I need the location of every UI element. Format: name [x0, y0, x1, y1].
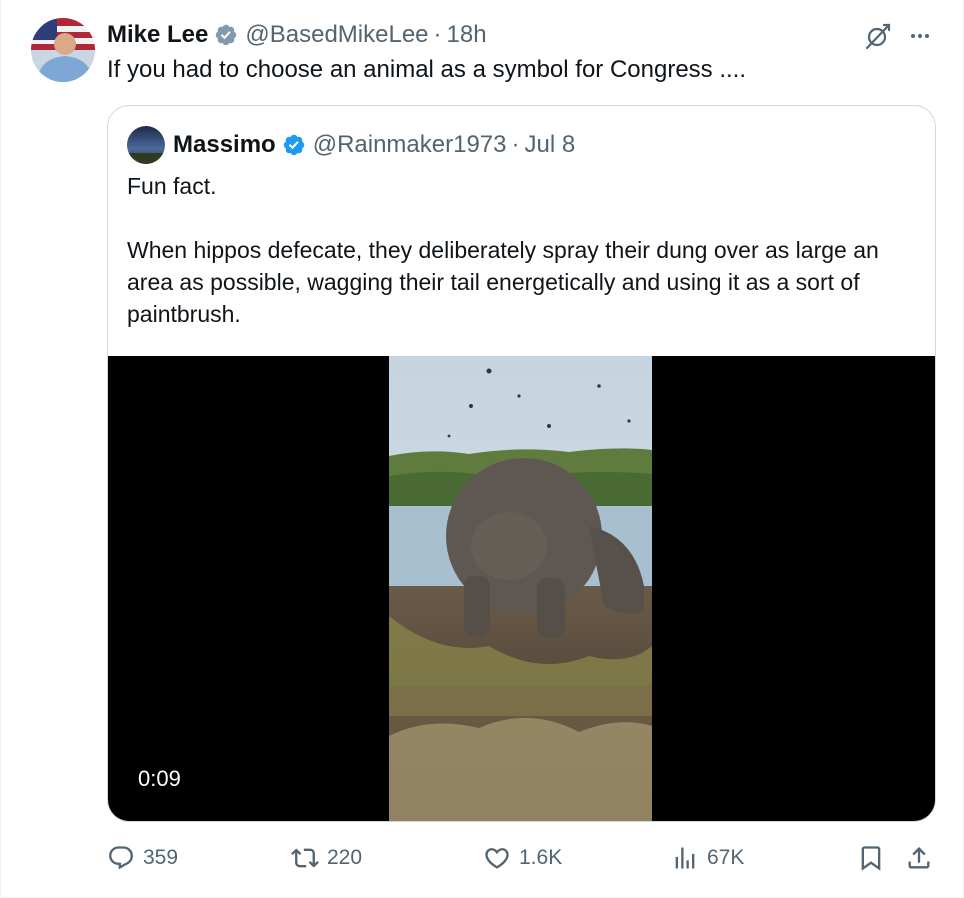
video-thumbnail	[389, 356, 652, 821]
verified-badge-icon	[282, 133, 306, 157]
author-avatar[interactable]	[31, 18, 95, 82]
bookmark-button[interactable]	[857, 838, 885, 878]
separator-dot: ·	[511, 131, 520, 158]
views-chart-icon	[671, 844, 699, 872]
separator-dot: ·	[433, 21, 442, 48]
heart-icon	[483, 844, 511, 872]
quoted-post-time[interactable]: Jul 8	[525, 131, 576, 159]
author-header: Mike Lee @BasedMikeLee · 18h	[107, 18, 487, 52]
reply-icon	[107, 844, 135, 872]
grok-icon[interactable]	[863, 21, 893, 51]
repost-count: 220	[327, 846, 363, 869]
reply-count: 359	[143, 846, 179, 869]
views-button[interactable]: 67K	[671, 838, 744, 878]
author-handle[interactable]: @BasedMikeLee	[245, 21, 428, 49]
quoted-paragraph: When hippos defecate, they deliberately …	[127, 237, 879, 327]
quoted-tweet[interactable]: Massimo @Rainmaker1973 · Jul 8 Fun fact.…	[107, 105, 936, 822]
author-name[interactable]: Mike Lee	[107, 21, 208, 49]
post-time[interactable]: 18h	[447, 21, 487, 49]
action-bar: 359 220 1.6K 67K	[1, 838, 964, 878]
bookmark-icon	[857, 844, 885, 872]
like-count: 1.6K	[519, 846, 563, 869]
quoted-author-header: Massimo @Rainmaker1973 · Jul 8	[173, 128, 575, 162]
video-player[interactable]: 0:09	[108, 356, 935, 821]
reply-button[interactable]: 359	[107, 838, 178, 878]
quoted-paragraph: Fun fact.	[127, 173, 217, 199]
verified-badge-icon	[214, 23, 238, 47]
video-timestamp: 0:09	[138, 766, 181, 791]
share-icon	[905, 844, 933, 872]
tweet[interactable]: Mike Lee @BasedMikeLee · 18h If you had …	[0, 0, 964, 898]
quoted-author-avatar[interactable]	[127, 126, 165, 164]
like-button[interactable]: 1.6K	[483, 838, 562, 878]
repost-button[interactable]: 220	[291, 838, 362, 878]
repost-icon	[291, 844, 319, 872]
share-button[interactable]	[905, 838, 933, 878]
quoted-post-text: Fun fact. When hippos defecate, they del…	[127, 170, 927, 330]
views-count: 67K	[707, 846, 745, 869]
post-text: If you had to choose an animal as a symb…	[107, 56, 746, 83]
quoted-author-handle[interactable]: @Rainmaker1973	[313, 131, 507, 159]
quoted-author-name[interactable]: Massimo	[173, 131, 276, 159]
more-icon[interactable]	[905, 21, 935, 51]
